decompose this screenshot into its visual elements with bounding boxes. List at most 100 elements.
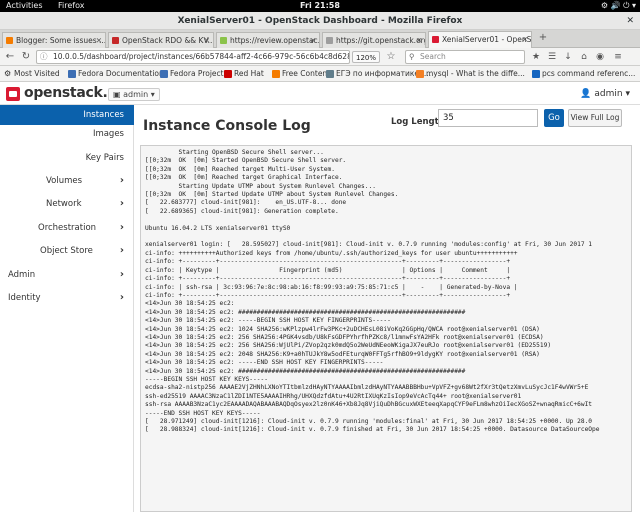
tab-blogger[interactable]: Blogger: Some issues ... ✕ bbox=[2, 32, 106, 48]
console-line: ci-info: | ssh-rsa | 3c:93:96:7e:8c:98:a… bbox=[145, 283, 518, 291]
tab-git[interactable]: https://git.openstack.org/c... ✕ bbox=[322, 32, 426, 48]
menu-icon[interactable]: ≡ bbox=[612, 51, 624, 63]
console-line: ssh-ed25519 AAAAC3NzaC1lZDI1NTE5AAAAIHRh… bbox=[145, 392, 522, 400]
bookmarks-icon[interactable]: ★ bbox=[530, 51, 542, 63]
openstack-logo[interactable]: openstack. bbox=[6, 85, 108, 102]
url-input[interactable]: ⓘ 10.0.0.5/dashboard/project/instances/6… bbox=[36, 50, 350, 64]
close-tab-icon[interactable]: ✕ bbox=[204, 33, 210, 48]
user-icon: 👤 bbox=[580, 89, 592, 99]
bookmark-free-content[interactable]: Free Content bbox=[272, 66, 330, 82]
close-window-icon[interactable]: ✕ bbox=[626, 12, 634, 30]
sidebar-item-admin[interactable]: Admin › bbox=[0, 265, 134, 285]
console-line: Starting Update UTMP about System Runlev… bbox=[145, 182, 376, 190]
chevron-right-icon: › bbox=[119, 222, 124, 233]
bookmark-mysql[interactable]: mysql - What is the diffe... bbox=[416, 66, 525, 82]
fedora-icon bbox=[68, 70, 76, 78]
user-menu[interactable]: 👤 admin ▾ bbox=[580, 87, 630, 101]
site-info-icon[interactable]: ⓘ bbox=[40, 51, 48, 63]
console-line: [[0;32m OK [0m] Reached target Graphical… bbox=[145, 174, 343, 182]
library-icon[interactable]: ☰ bbox=[546, 51, 558, 63]
sidebar-item-network[interactable]: Network › bbox=[0, 194, 134, 214]
clock[interactable]: Fri 21:58 bbox=[0, 0, 640, 12]
redhat-icon bbox=[224, 70, 232, 78]
console-line: ci-info: +---------+--------------------… bbox=[145, 291, 511, 299]
bookmark-star-icon[interactable]: ☆ bbox=[384, 50, 398, 64]
bookmark-pcs[interactable]: pcs command referenc... bbox=[532, 66, 635, 82]
console-line: ci-info: | Keytype | Fingerprint (md5) |… bbox=[145, 266, 511, 274]
console-line: ecdsa-sha2-nistp256 AAAAE2VjZHNhLXNoYTIt… bbox=[145, 384, 589, 392]
reload-icon[interactable]: ↻ bbox=[19, 50, 33, 64]
nav-toolbar: ← ↻ ⓘ 10.0.0.5/dashboard/project/instanc… bbox=[0, 48, 640, 66]
go-button[interactable]: Go bbox=[544, 109, 564, 127]
project-selector[interactable]: ▣ admin ▾ bbox=[108, 88, 160, 101]
log-length-input[interactable] bbox=[438, 109, 538, 127]
chevron-right-icon: › bbox=[119, 292, 124, 303]
gear-icon: ⚙ bbox=[4, 69, 12, 78]
console-line: ci-info: +---------+--------------------… bbox=[145, 275, 511, 283]
sidebar-item-identity[interactable]: Identity › bbox=[0, 288, 134, 308]
search-input[interactable]: ⚲ Search bbox=[405, 50, 525, 64]
main-content: Instance Console Log Log Length Go View … bbox=[135, 105, 640, 512]
new-tab-icon[interactable]: + bbox=[536, 31, 550, 45]
back-icon[interactable]: ← bbox=[3, 50, 17, 64]
project-icon: ▣ bbox=[113, 90, 121, 99]
downloads-icon[interactable]: ↓ bbox=[562, 51, 574, 63]
console-line: -----END SSH HOST KEY KEYS----- bbox=[145, 409, 261, 417]
tab-review[interactable]: https://review.openstac... ✕ bbox=[216, 32, 320, 48]
openstack-header: openstack. ▣ admin ▾ 👤 admin ▾ bbox=[0, 83, 640, 105]
chevron-right-icon: › bbox=[119, 175, 124, 186]
console-line: xenialserver01 login: [ 28.595027] cloud… bbox=[145, 241, 593, 249]
tab-rdo[interactable]: OpenStack RDO && KV... ✕ bbox=[108, 32, 214, 48]
page-icon bbox=[112, 37, 119, 44]
close-tab-icon[interactable]: ✕ bbox=[96, 33, 102, 48]
console-line: Starting OpenBSD Secure Shell server... bbox=[145, 149, 324, 156]
console-log[interactable]: Starting OpenBSD Secure Shell server... … bbox=[140, 145, 632, 512]
close-tab-icon[interactable]: ✕ bbox=[522, 32, 528, 47]
openstack-icon bbox=[432, 36, 439, 43]
console-line: <14>Jun 30 18:54:25 ec2: ###############… bbox=[145, 308, 466, 316]
home-icon[interactable]: ⌂ bbox=[578, 51, 590, 63]
sidebar-item-instances[interactable]: Instances bbox=[0, 105, 134, 125]
chevron-right-icon: › bbox=[119, 245, 124, 256]
sidebar-item-orchestration[interactable]: Orchestration › bbox=[0, 218, 134, 238]
console-line: ssh-rsa AAAAB3NzaC1yc2EAAAADAQABAAABAQDq… bbox=[145, 401, 593, 409]
page-icon bbox=[326, 70, 334, 78]
chevron-down-icon: ▾ bbox=[625, 89, 630, 99]
sidebar-item-volumes[interactable]: Volumes › bbox=[0, 171, 134, 191]
search-icon: ⚲ bbox=[409, 52, 415, 61]
system-menu-icon[interactable]: ⚙ 🔊 ⏻ ▾ bbox=[601, 0, 636, 12]
page-icon bbox=[326, 37, 333, 44]
page-icon bbox=[532, 70, 540, 78]
chevron-down-icon: ▾ bbox=[150, 90, 155, 99]
bookmark-most-visited[interactable]: ⚙ Most Visited bbox=[4, 66, 60, 82]
chevron-right-icon: › bbox=[119, 269, 124, 280]
view-full-log-button[interactable]: View Full Log bbox=[568, 109, 622, 127]
console-log-text: Starting OpenBSD Secure Shell server... … bbox=[141, 146, 631, 435]
sidebar-item-object-store[interactable]: Object Store › bbox=[0, 241, 134, 261]
bookmark-fedora-docs[interactable]: Fedora Documentation bbox=[68, 66, 164, 82]
close-tab-icon[interactable]: ✕ bbox=[310, 33, 316, 48]
close-tab-icon[interactable]: ✕ bbox=[416, 33, 422, 48]
pocket-icon[interactable]: ◉ bbox=[594, 51, 606, 63]
feed-icon bbox=[272, 70, 280, 78]
console-line: <14>Jun 30 18:54:25 ec2: 256 SHA256:WjUl… bbox=[145, 342, 552, 350]
sidebar-item-images[interactable]: Images bbox=[0, 124, 134, 144]
console-line: Ubuntu 16.04.2 LTS xenialserver01 ttyS0 bbox=[145, 224, 291, 232]
log-length-label: Log Length bbox=[391, 117, 445, 127]
openstack-logo-icon bbox=[6, 87, 20, 101]
console-line: -----BEGIN SSH HOST KEY KEYS----- bbox=[145, 375, 268, 383]
sidebar-item-key-pairs[interactable]: Key Pairs bbox=[0, 148, 134, 168]
sidebar: Instances Images Key Pairs Volumes › Net… bbox=[0, 105, 134, 512]
bookmark-fedora-project[interactable]: Fedora Project bbox=[160, 66, 224, 82]
stackoverflow-icon bbox=[416, 70, 424, 78]
console-line: [ 22.689365] cloud-init[981]: Generation… bbox=[145, 207, 339, 215]
bookmark-red-hat[interactable]: Red Hat bbox=[224, 66, 264, 82]
tab-dashboard[interactable]: XenialServer01 - OpenS... ✕ bbox=[428, 31, 532, 48]
console-line: [[0;32m OK [0m] Reached target Multi-Use… bbox=[145, 165, 335, 173]
console-line: <14>Jun 30 18:54:25 ec2: 1024 SHA256:wKP… bbox=[145, 325, 540, 333]
console-line: [ 28.971249] cloud-init[1216]: Cloud-ini… bbox=[145, 418, 593, 425]
console-line: <14>Jun 30 18:54:25 ec2: ###############… bbox=[145, 367, 466, 375]
tab-strip: Blogger: Some issues ... ✕ OpenStack RDO… bbox=[0, 30, 640, 48]
console-line: <14>Jun 30 18:54:25 ec2: -----END SSH HO… bbox=[145, 359, 384, 367]
zoom-indicator[interactable]: 120% bbox=[352, 51, 381, 63]
